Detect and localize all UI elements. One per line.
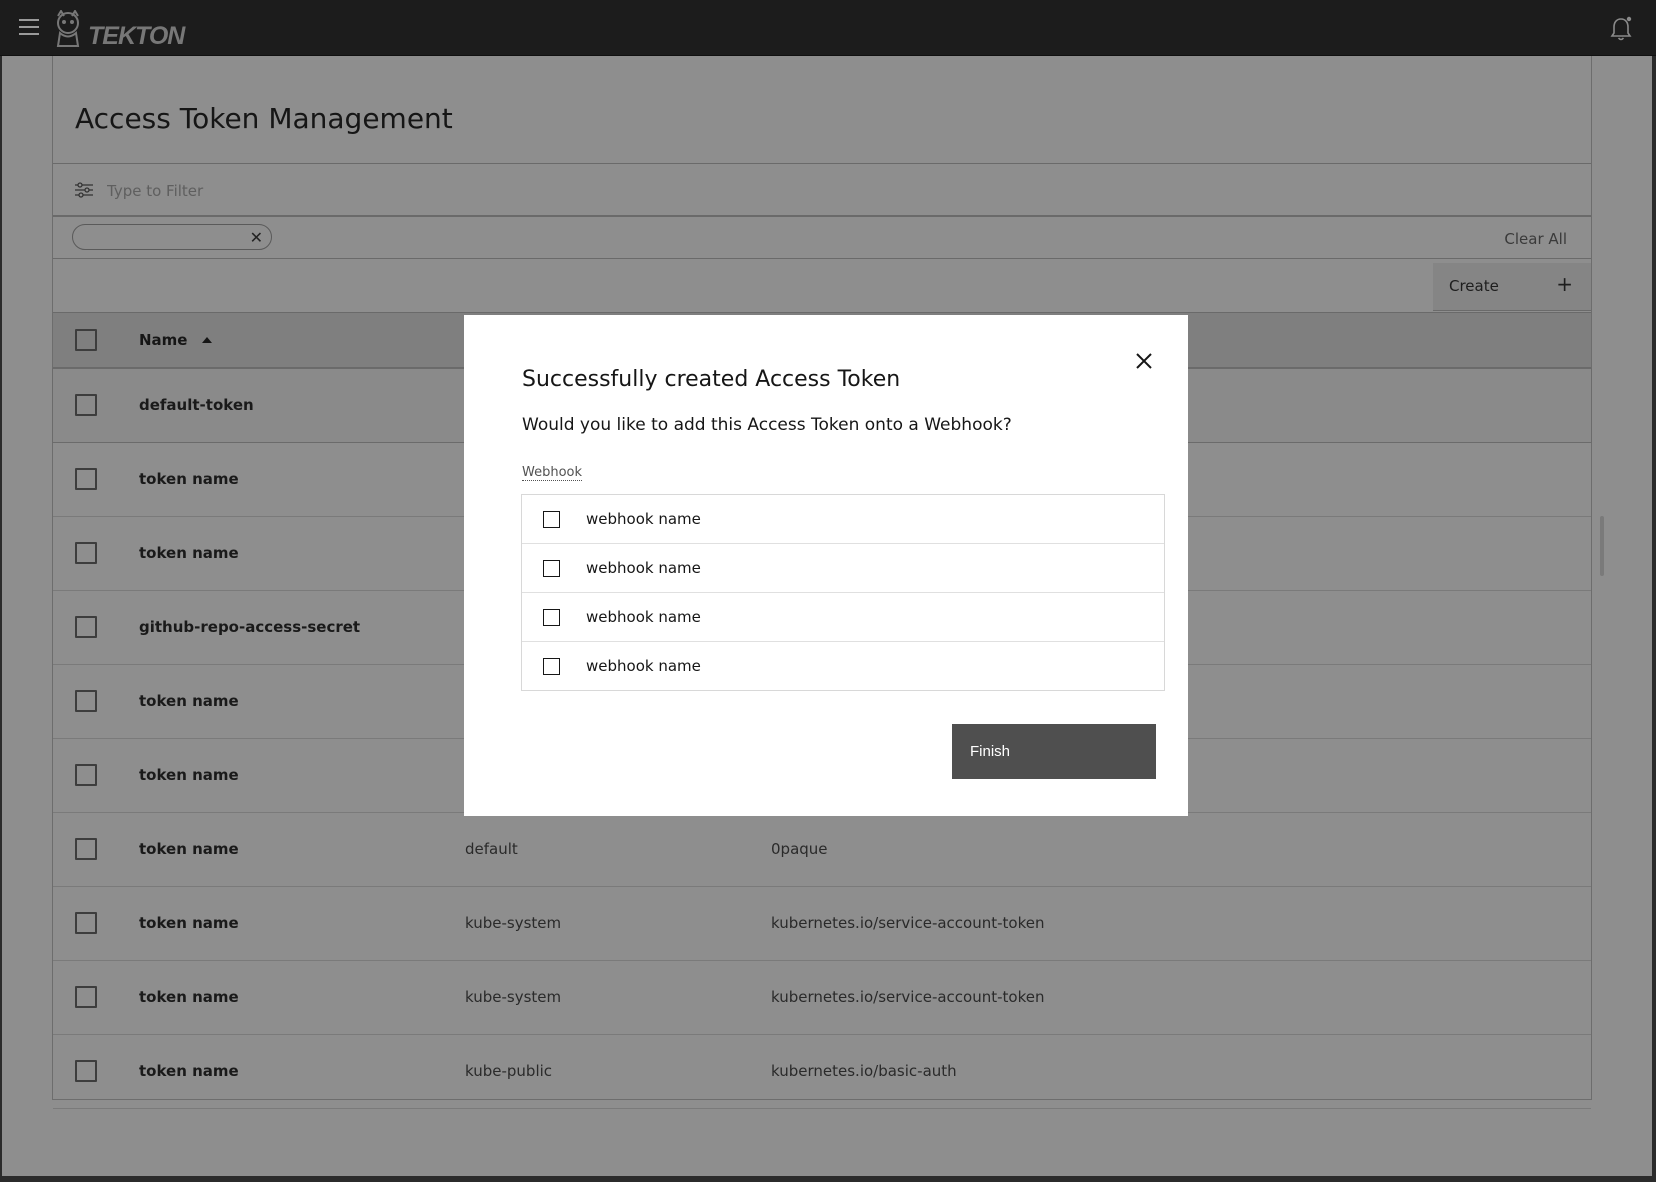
- title-area: Access Token Management: [53, 56, 1591, 164]
- cell-name: token name: [139, 766, 239, 784]
- row-checkbox[interactable]: [75, 468, 97, 490]
- success-modal: Successfully created Access Token Would …: [464, 315, 1188, 816]
- webhook-option-label: webhook name: [586, 559, 701, 577]
- scrollbar-thumb[interactable]: [1600, 516, 1604, 576]
- row-checkbox[interactable]: [75, 912, 97, 934]
- row-checkbox[interactable]: [75, 838, 97, 860]
- tekton-logo[interactable]: TEKTON: [52, 10, 185, 50]
- finish-button[interactable]: Finish: [952, 724, 1156, 779]
- filter-tags-row: ✕ Clear All: [53, 217, 1591, 259]
- row-checkbox[interactable]: [75, 1060, 97, 1082]
- cell-type: kubernetes.io/basic-auth: [771, 1062, 957, 1080]
- cell-name: token name: [139, 914, 239, 932]
- table-row[interactable]: token name kube-system kubernetes.io/servi…: [53, 961, 1591, 1035]
- filter-settings-icon: [75, 182, 93, 198]
- create-button-label: Create: [1449, 277, 1499, 295]
- app-header: TEKTON: [0, 0, 1656, 56]
- menu-icon[interactable]: [19, 19, 39, 36]
- notification-bell-icon[interactable]: [1609, 16, 1633, 42]
- row-checkbox[interactable]: [75, 986, 97, 1008]
- cell-name: default-token: [139, 396, 254, 414]
- cell-type: 0paque: [771, 840, 828, 858]
- webhook-checkbox[interactable]: [543, 609, 560, 626]
- close-icon[interactable]: [1134, 351, 1154, 371]
- modal-question: Would you like to add this Access Token …: [522, 415, 1012, 435]
- row-checkbox[interactable]: [75, 394, 97, 416]
- cell-name: token name: [139, 988, 239, 1006]
- table-toolbar: Create +: [53, 259, 1591, 313]
- create-button[interactable]: Create +: [1433, 263, 1591, 311]
- filter-input[interactable]: [105, 176, 709, 206]
- cell-namespace: kube-public: [465, 1062, 553, 1080]
- webhook-option[interactable]: webhook name: [522, 642, 1164, 690]
- table-row[interactable]: token name default 0paque: [53, 813, 1591, 887]
- logo-text: TEKTON: [88, 21, 185, 50]
- plus-icon: +: [1556, 272, 1573, 296]
- webhook-checkbox[interactable]: [543, 511, 560, 528]
- webhook-option[interactable]: webhook name: [522, 593, 1164, 642]
- cell-namespace: kube-system: [465, 988, 562, 1006]
- sort-ascending-icon[interactable]: [202, 337, 212, 343]
- webhook-list: webhook name webhook name webhook name webh…: [521, 494, 1165, 691]
- cell-name: token name: [139, 544, 239, 562]
- cell-namespace: kube-system: [465, 914, 562, 932]
- tag-close-icon[interactable]: ✕: [250, 228, 263, 247]
- cell-name: token name: [139, 1062, 239, 1080]
- cell-type: kubernetes.io/service-account-token: [771, 914, 1045, 932]
- page-title: Access Token Management: [75, 102, 453, 135]
- webhook-option-label: webhook name: [586, 510, 701, 528]
- tekton-cat-icon: [56, 10, 80, 47]
- cell-name: token name: [139, 470, 239, 488]
- row-checkbox[interactable]: [75, 542, 97, 564]
- modal-title: Successfully created Access Token: [522, 367, 901, 392]
- webhook-field-label: Webhook: [522, 465, 583, 481]
- column-header-name[interactable]: Name: [139, 331, 187, 349]
- cell-name: github-repo-access-secret: [139, 618, 361, 636]
- cell-type: kubernetes.io/service-account-token: [771, 988, 1045, 1006]
- webhook-option[interactable]: webhook name: [522, 495, 1164, 544]
- filter-bar: [53, 164, 1591, 217]
- row-checkbox[interactable]: [75, 616, 97, 638]
- row-checkbox[interactable]: [75, 764, 97, 786]
- table-row[interactable]: token name kube-system kubernetes.io/servi…: [53, 887, 1591, 961]
- clear-all-link[interactable]: Clear All: [1504, 230, 1567, 248]
- table-row[interactable]: token name kube-public kubernetes.io/basic…: [53, 1035, 1591, 1109]
- webhook-option-label: webhook name: [586, 608, 701, 626]
- cell-name: token name: [139, 692, 239, 710]
- webhook-checkbox[interactable]: [543, 560, 560, 577]
- cell-namespace: default: [465, 840, 518, 858]
- webhook-option[interactable]: webhook name: [522, 544, 1164, 593]
- webhook-option-label: webhook name: [586, 657, 701, 675]
- select-all-checkbox[interactable]: [75, 329, 97, 351]
- row-checkbox[interactable]: [75, 690, 97, 712]
- cell-name: token name: [139, 840, 239, 858]
- finish-button-label: Finish: [970, 743, 1011, 760]
- webhook-checkbox[interactable]: [543, 658, 560, 675]
- filter-tag[interactable]: ✕: [72, 224, 272, 250]
